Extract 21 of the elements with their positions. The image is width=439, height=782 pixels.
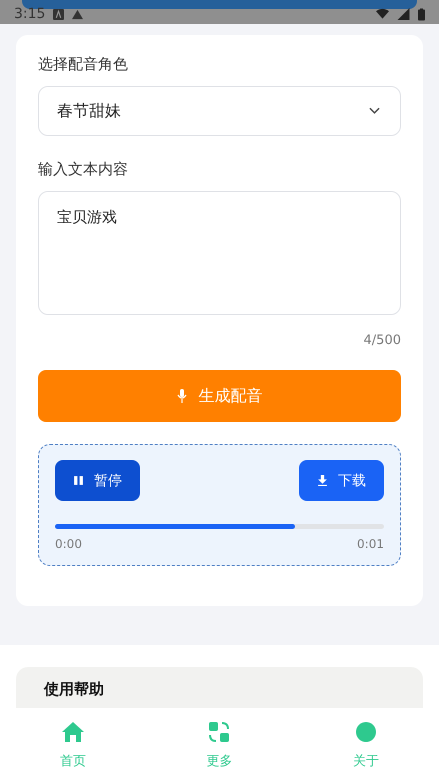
progress-track[interactable] (55, 524, 384, 529)
status-time: 3:15 (14, 6, 46, 22)
character-counter: 4/500 (364, 333, 401, 348)
field-label: 选择配音角色 (38, 55, 129, 74)
text-input-field[interactable]: 宝贝游戏 (38, 191, 401, 315)
chevron-down-icon (369, 107, 380, 115)
total-time: 0:01 (357, 537, 384, 551)
pause-icon (73, 475, 84, 486)
help-title: 使用帮助 (44, 680, 104, 698)
download-button[interactable]: 下载 (299, 460, 384, 501)
download-icon (317, 475, 328, 486)
voice-dropdown[interactable]: 春节甜妹 (38, 86, 401, 136)
pause-button[interactable]: 暂停 (55, 460, 140, 501)
field-label: 输入文本内容 (38, 160, 129, 179)
microphone-icon (176, 389, 186, 403)
current-time: 0:00 (55, 537, 82, 551)
wifi-icon (376, 8, 389, 20)
battery-icon (418, 8, 425, 20)
app-notification-icon (53, 8, 64, 20)
home-icon (61, 720, 86, 744)
apps-icon (207, 720, 232, 744)
